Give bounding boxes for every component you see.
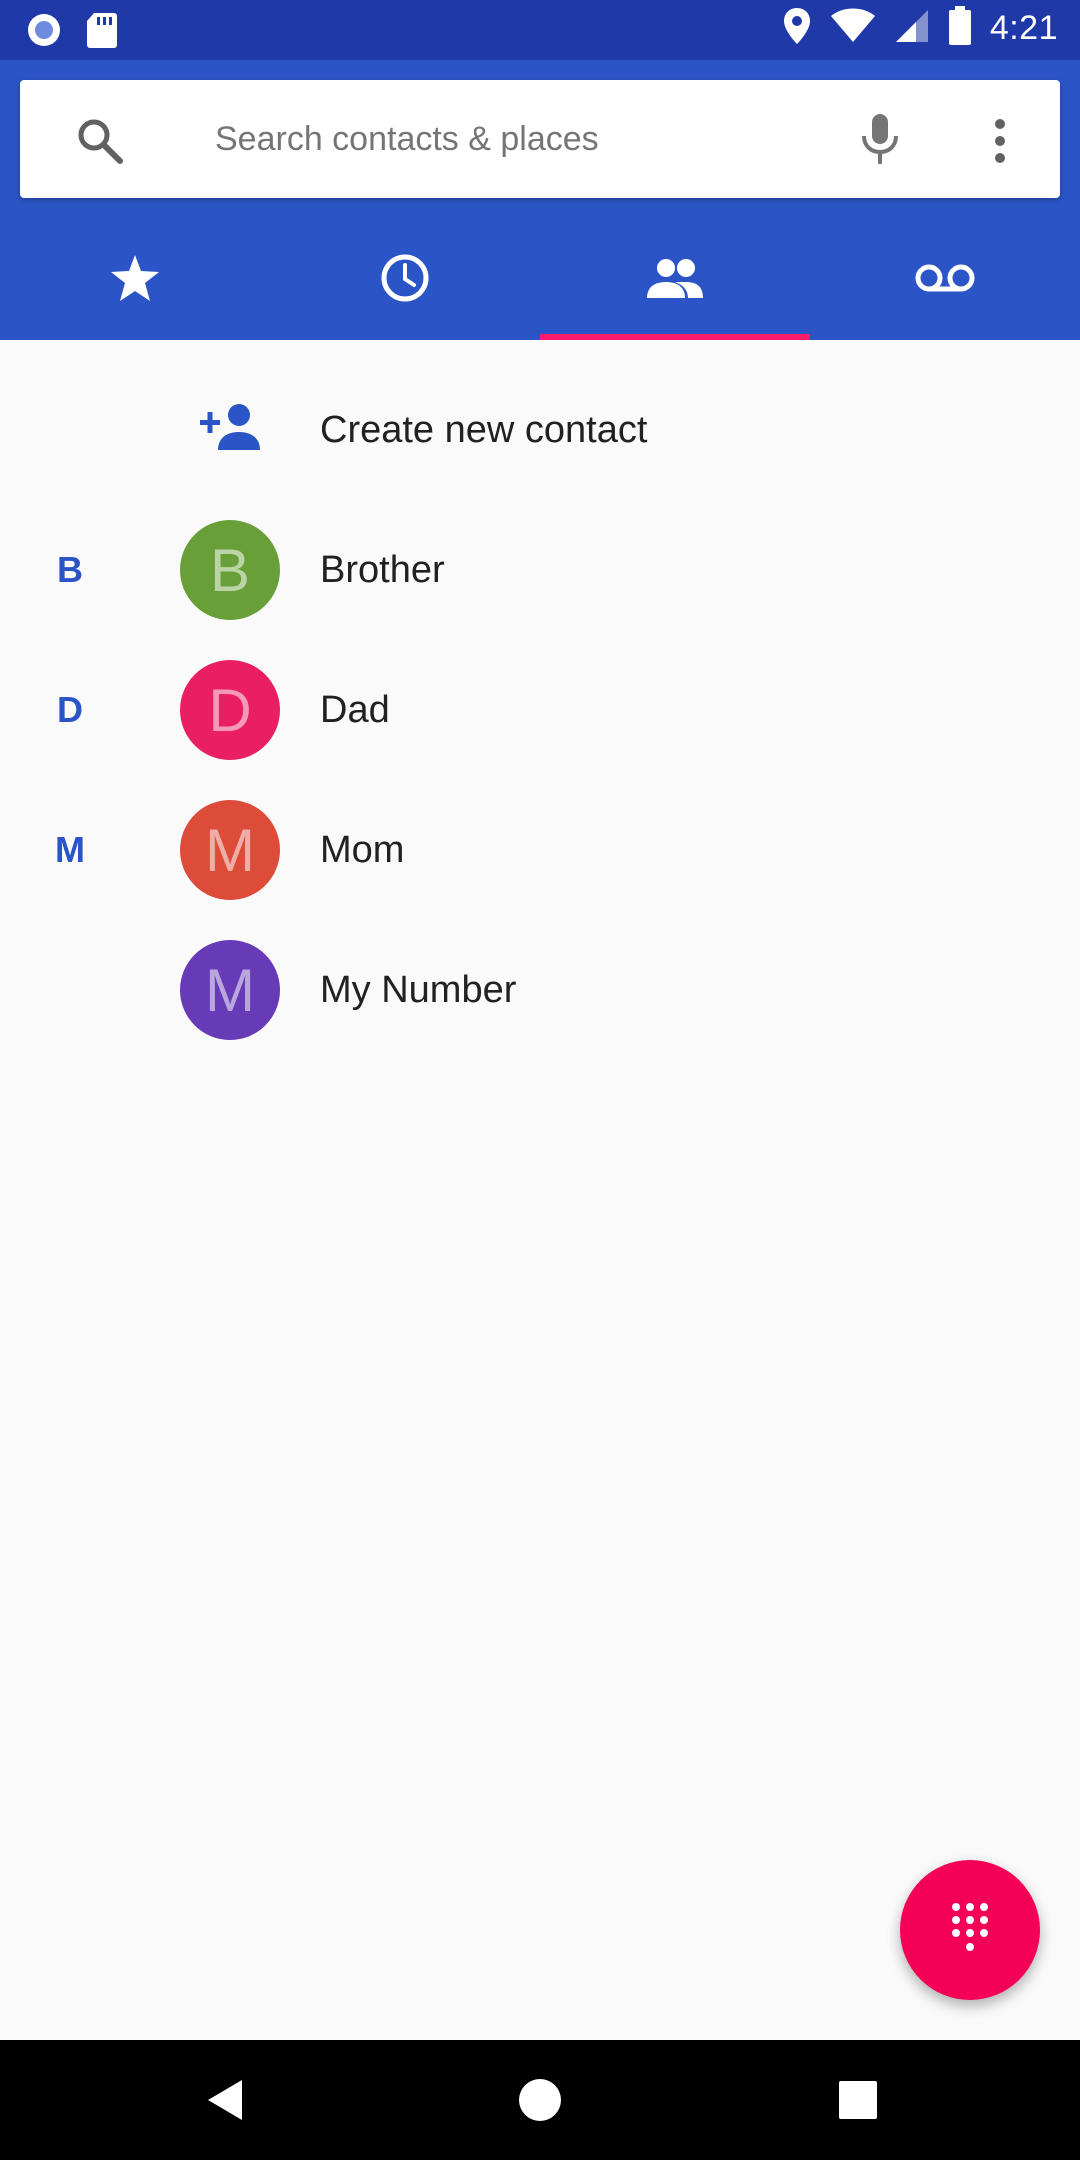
- battery-icon: [948, 6, 972, 51]
- tab-bar: [0, 220, 1080, 340]
- tab-contacts[interactable]: [540, 220, 810, 340]
- list-item[interactable]: B B Brother: [0, 500, 1080, 640]
- section-header: D: [57, 689, 83, 730]
- add-person-icon: [200, 402, 262, 452]
- status-bar: 4:21: [0, 0, 1080, 60]
- wifi-icon: [830, 8, 876, 49]
- signal-icon: [894, 8, 930, 49]
- dialpad-icon: [948, 1901, 992, 1960]
- search-bar[interactable]: Search contacts & places: [20, 80, 1060, 198]
- navigation-bar: [0, 2040, 1080, 2160]
- location-icon: [782, 6, 812, 51]
- create-contact-row[interactable]: Create new contact: [0, 380, 1080, 480]
- section-header: M: [55, 829, 85, 870]
- avatar: M: [180, 940, 280, 1040]
- search-icon[interactable]: [75, 116, 125, 166]
- back-icon[interactable]: [204, 2078, 248, 2122]
- contact-name: Brother: [320, 549, 445, 591]
- list-item[interactable]: M My Number: [0, 920, 1080, 1060]
- more-vert-icon[interactable]: [988, 116, 1012, 166]
- people-icon: [645, 256, 705, 305]
- clock: 4:21: [989, 9, 1058, 47]
- dialpad-fab-button[interactable]: [900, 1860, 1040, 2000]
- list-item[interactable]: D D Dad: [0, 640, 1080, 780]
- tab-recents[interactable]: [270, 220, 540, 340]
- recents-icon[interactable]: [836, 2078, 880, 2122]
- clock-icon: [379, 252, 431, 309]
- contact-name: My Number: [320, 969, 517, 1011]
- create-contact-label: Create new contact: [320, 409, 648, 451]
- tab-voicemail[interactable]: [810, 220, 1080, 340]
- home-icon[interactable]: [518, 2078, 562, 2122]
- mic-icon[interactable]: [860, 112, 900, 166]
- contact-name: Dad: [320, 689, 390, 731]
- list-item[interactable]: M M Mom: [0, 780, 1080, 920]
- voicemail-icon: [914, 261, 976, 300]
- tab-selected-indicator: [540, 334, 810, 340]
- star-icon: [109, 253, 161, 308]
- tab-favorites[interactable]: [0, 220, 270, 340]
- contact-name: Mom: [320, 829, 405, 871]
- search-input[interactable]: Search contacts & places: [215, 80, 599, 198]
- avatar: D: [180, 660, 280, 760]
- avatar: B: [180, 520, 280, 620]
- section-header: B: [57, 549, 83, 590]
- section-header: [40, 920, 100, 1060]
- assistant-icon: [24, 10, 64, 55]
- avatar: M: [180, 800, 280, 900]
- app-header: Search contacts & places: [0, 60, 1080, 340]
- sd-card-icon: [86, 11, 118, 54]
